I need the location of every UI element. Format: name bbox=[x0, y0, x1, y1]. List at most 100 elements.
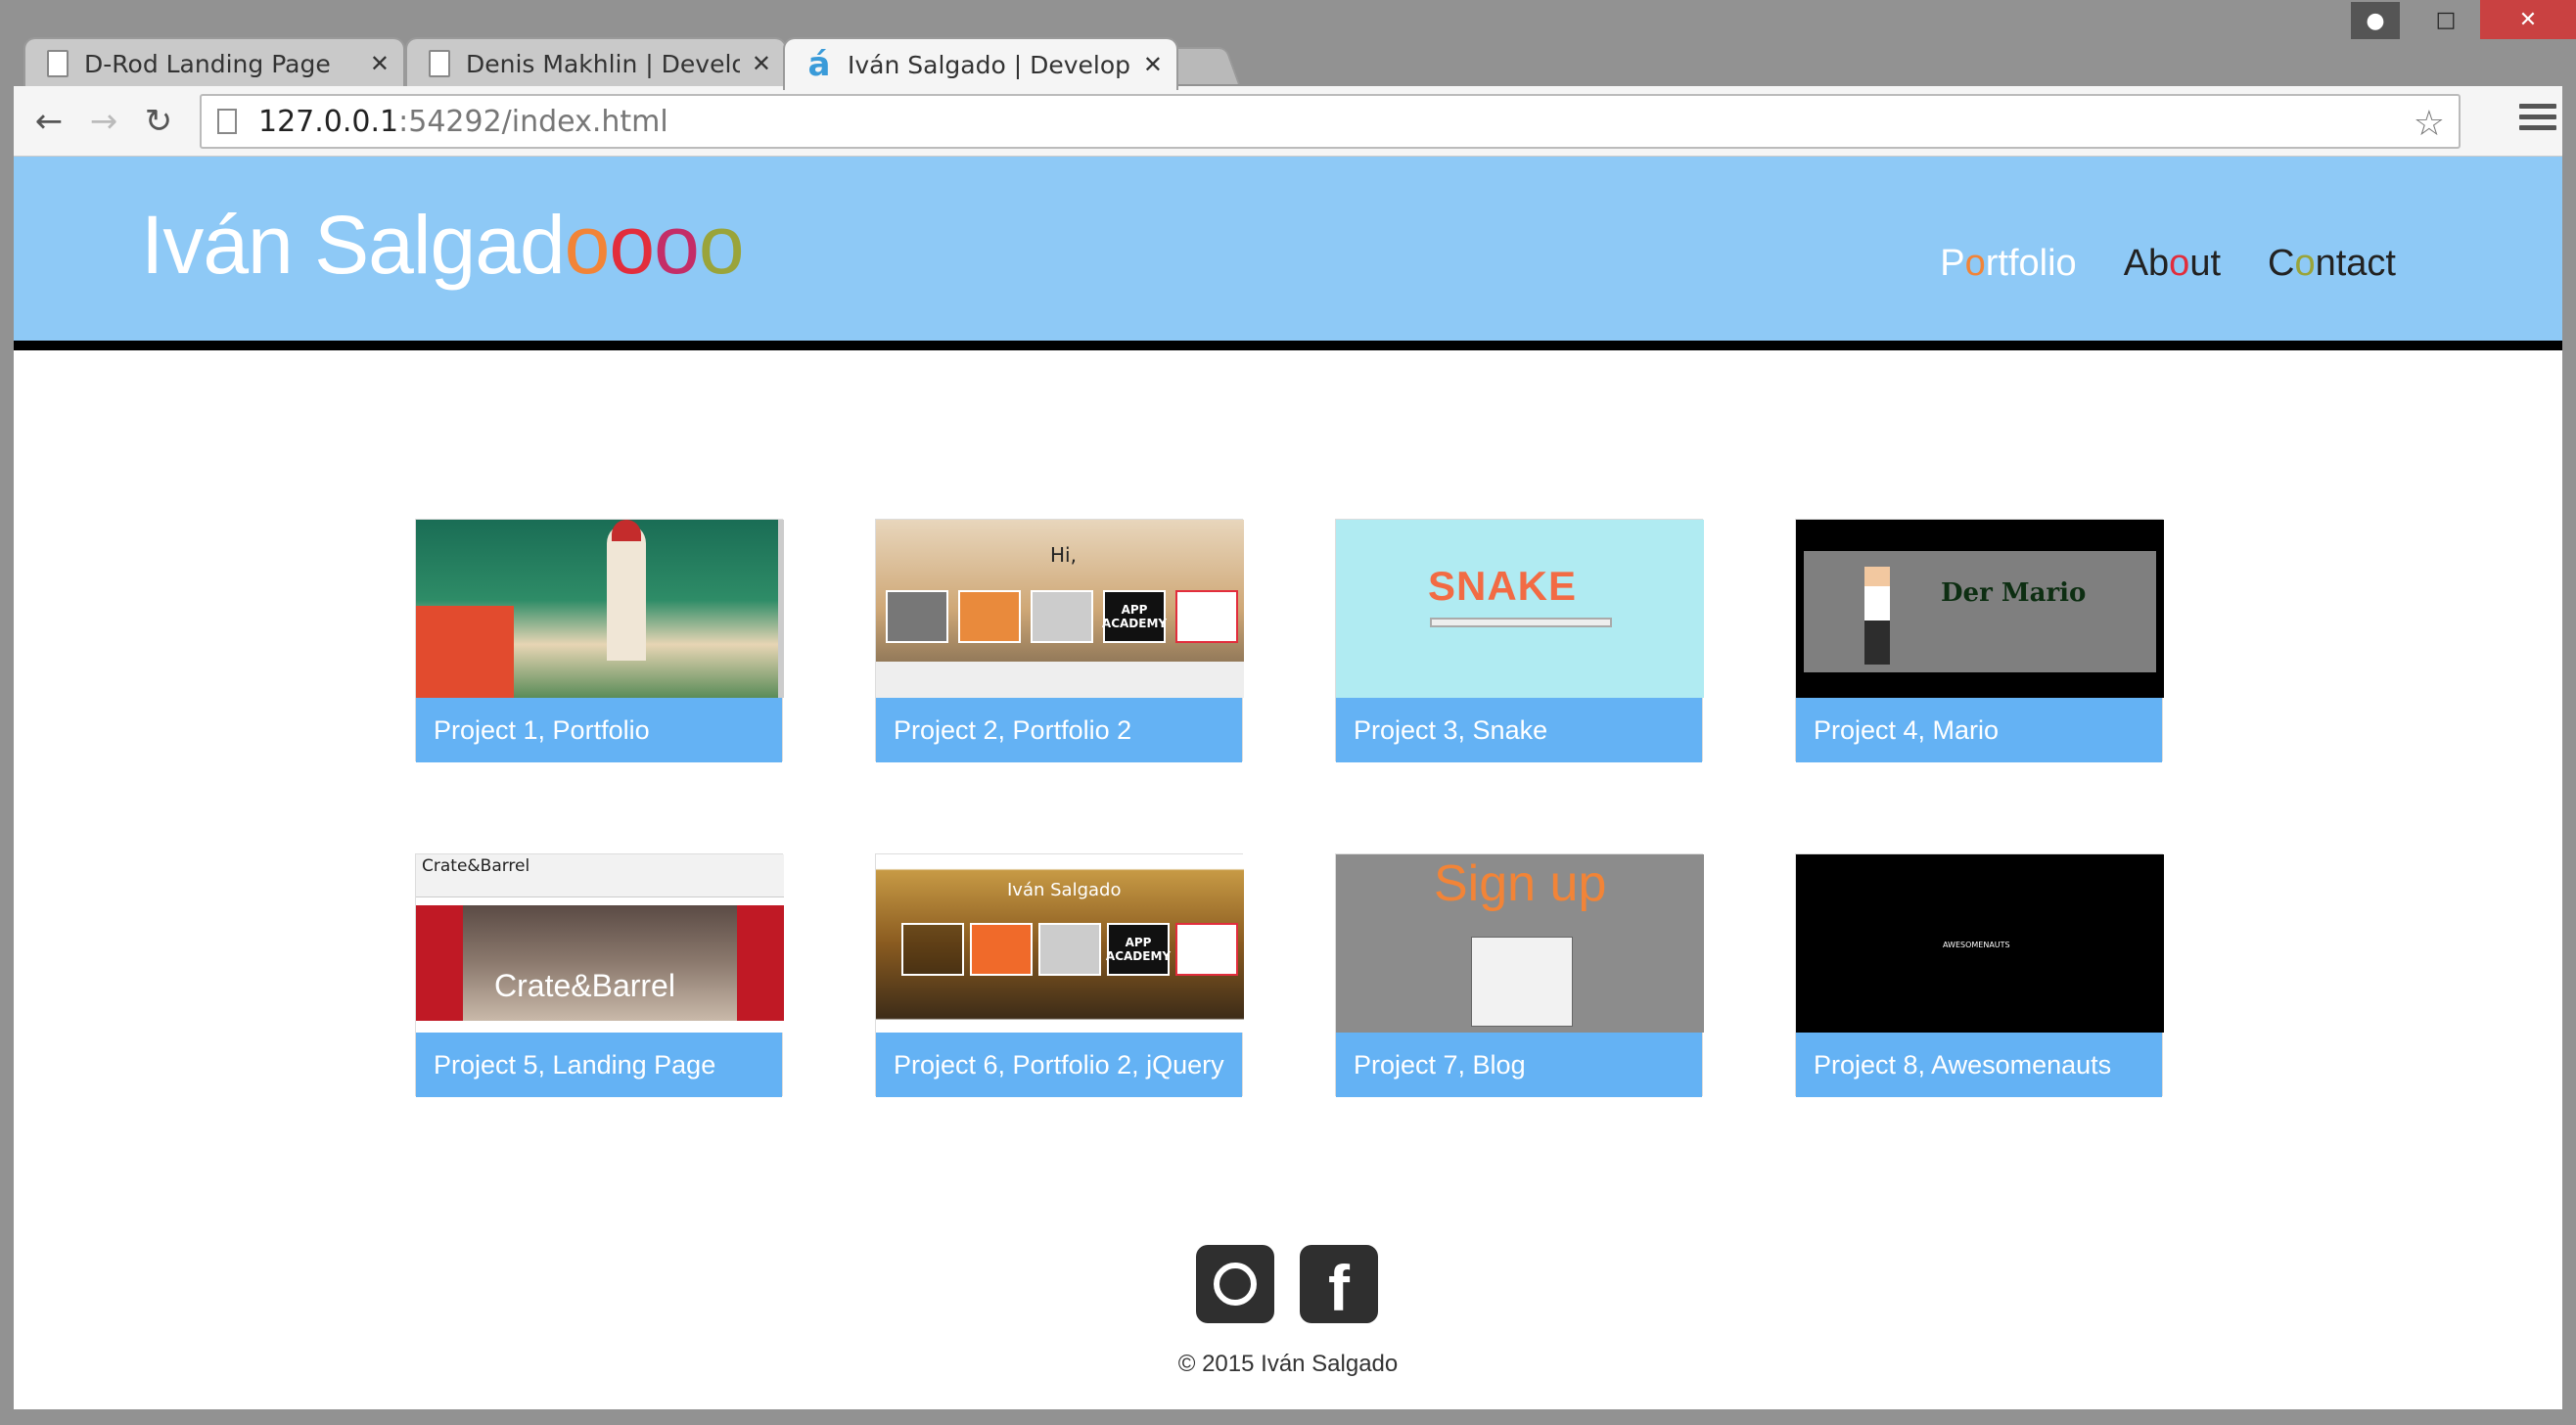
project-caption[interactable]: Project 1, Portfolio bbox=[416, 698, 782, 762]
project-caption[interactable]: Project 6, Portfolio 2, jQuery bbox=[876, 1033, 1242, 1097]
tab-title: Denis Makhlin | Developer bbox=[466, 49, 740, 78]
thumb-shape bbox=[1175, 923, 1238, 976]
project-card-2[interactable]: Hi, APP ACADEMY Project 2, Portfolio 2 bbox=[875, 519, 1244, 762]
thumb-shape bbox=[1864, 567, 1890, 665]
project-thumbnail[interactable] bbox=[416, 520, 784, 698]
thumb-shape bbox=[1038, 923, 1101, 976]
reload-icon[interactable]: ↻ bbox=[137, 100, 180, 143]
project-thumbnail[interactable]: AWESOMENAUTS bbox=[1796, 854, 2164, 1033]
address-bar[interactable]: 127.0.0.1:54292/index.html ☆ bbox=[200, 94, 2461, 149]
page-icon bbox=[47, 50, 69, 77]
close-window-button[interactable]: ✕ bbox=[2480, 0, 2576, 39]
project-caption[interactable]: Project 4, Mario bbox=[1796, 698, 2162, 762]
copyright-text: © 2015 Iván Salgado bbox=[1177, 1351, 1399, 1377]
thumb-shape bbox=[416, 606, 514, 698]
thumb-text: Iván Salgado bbox=[1007, 880, 1122, 900]
nav-portfolio[interactable]: Portfolio bbox=[1940, 243, 2076, 285]
thumb-badge: APP ACADEMY bbox=[1106, 923, 1171, 976]
project-card-7[interactable]: Sign up Project 7, Blog bbox=[1335, 853, 1704, 1097]
tab-denis[interactable]: Denis Makhlin | Developer ✕ bbox=[405, 37, 787, 88]
project-card-1[interactable]: Project 1, Portfolio bbox=[415, 519, 784, 762]
project-thumbnail[interactable]: Sign up bbox=[1336, 854, 1704, 1033]
project-thumbnail[interactable]: Hi, APP ACADEMY bbox=[876, 520, 1244, 698]
page-viewport: Iván Salgadoooo Portfolio About Contact … bbox=[14, 157, 2562, 1409]
nav-accent: o bbox=[2169, 243, 2190, 284]
site-header: Iván Salgadoooo Portfolio About Contact bbox=[14, 157, 2562, 350]
tab-title: Iván Salgado | Developer bbox=[848, 50, 1131, 79]
thumb-badge: APP ACADEMY bbox=[1102, 590, 1167, 643]
thumb-shape bbox=[886, 590, 948, 643]
nav-text: C bbox=[2268, 243, 2295, 284]
thumb-shape bbox=[1031, 590, 1093, 643]
nav-text: rtfolio bbox=[1985, 243, 2077, 284]
thumb-shape bbox=[1430, 618, 1612, 627]
browser-window: ● — □ ✕ D-Rod Landing Page ✕ Denis Makhl… bbox=[0, 0, 2576, 1425]
thumb-shape bbox=[1804, 551, 2156, 672]
project-thumbnail[interactable]: SNAKE bbox=[1336, 520, 1704, 698]
nav-text: ut bbox=[2189, 243, 2222, 284]
project-caption[interactable]: Project 5, Landing Page bbox=[416, 1033, 782, 1097]
page-icon bbox=[429, 50, 450, 77]
project-card-4[interactable]: Der Mario Project 4, Mario bbox=[1795, 519, 2164, 762]
logo-o: o bbox=[609, 199, 655, 291]
close-icon[interactable]: ✕ bbox=[1143, 51, 1163, 78]
close-icon[interactable]: ✕ bbox=[752, 50, 771, 77]
nav-text: ntact bbox=[2315, 243, 2396, 284]
instagram-lens bbox=[1214, 1263, 1257, 1306]
thumb-text: Der Mario bbox=[1941, 578, 2087, 608]
main-nav: Portfolio About Contact bbox=[1940, 243, 2396, 285]
project-card-5[interactable]: Crate&Barrel Crate&Barrel Project 5, Lan… bbox=[415, 853, 784, 1097]
logo-o: o bbox=[654, 199, 700, 291]
thumb-text: AWESOMENAUTS bbox=[1943, 941, 2010, 949]
tab-d-rod[interactable]: D-Rod Landing Page ✕ bbox=[23, 37, 405, 88]
page-icon bbox=[217, 109, 237, 134]
maximize-button[interactable]: □ bbox=[2412, 0, 2480, 39]
bookmark-star-icon[interactable]: ☆ bbox=[2414, 104, 2445, 144]
forward-icon[interactable]: → bbox=[82, 100, 125, 143]
thumb-shape bbox=[778, 520, 784, 698]
close-icon[interactable]: ✕ bbox=[370, 50, 390, 77]
tab-title: D-Rod Landing Page bbox=[84, 49, 331, 78]
menu-icon[interactable] bbox=[2519, 104, 2556, 136]
a-favicon: á bbox=[807, 45, 831, 84]
instagram-icon[interactable] bbox=[1196, 1245, 1274, 1323]
project-card-8[interactable]: AWESOMENAUTS Project 8, Awesomenauts bbox=[1795, 853, 2164, 1097]
thumb-title: Crate&Barrel bbox=[422, 856, 530, 876]
url-text[interactable]: 127.0.0.1:54292/index.html bbox=[258, 105, 668, 139]
logo-text: Iván Salgad bbox=[141, 199, 566, 291]
user-icon[interactable]: ● bbox=[2351, 2, 2400, 39]
window-controls: ● — □ ✕ bbox=[2343, 0, 2576, 39]
back-icon[interactable]: ← bbox=[27, 100, 70, 143]
thumb-text: Crate&Barrel bbox=[494, 968, 675, 1003]
project-thumbnail[interactable]: Crate&Barrel Crate&Barrel bbox=[416, 854, 784, 1033]
nav-contact[interactable]: Contact bbox=[2268, 243, 2396, 285]
project-card-6[interactable]: Iván Salgado APP ACADEMY Project 6, Port… bbox=[875, 853, 1244, 1097]
project-card-3[interactable]: SNAKE Project 3, Snake bbox=[1335, 519, 1704, 762]
nav-accent: o bbox=[1964, 243, 1986, 284]
thumb-shape bbox=[1471, 937, 1573, 1027]
nav-text: Ab bbox=[2123, 243, 2170, 284]
logo-o: o bbox=[564, 199, 611, 291]
logo-o: o bbox=[698, 199, 745, 291]
browser-toolbar: ← → ↻ 127.0.0.1:54292/index.html ☆ bbox=[14, 86, 2562, 157]
project-thumbnail[interactable]: Der Mario bbox=[1796, 520, 2164, 698]
url-path: :54292/index.html bbox=[398, 104, 668, 139]
thumb-text: Hi, bbox=[1050, 543, 1077, 567]
project-thumbnail[interactable]: Iván Salgado APP ACADEMY bbox=[876, 854, 1244, 1033]
social-links: f bbox=[1196, 1245, 1378, 1324]
thumb-shape bbox=[612, 520, 641, 541]
facebook-icon[interactable]: f bbox=[1300, 1245, 1378, 1324]
project-caption[interactable]: Project 3, Snake bbox=[1336, 698, 1702, 762]
thumb-shape bbox=[1175, 590, 1238, 643]
project-caption[interactable]: Project 7, Blog bbox=[1336, 1033, 1702, 1097]
site-logo[interactable]: Iván Salgadoooo bbox=[141, 198, 745, 293]
thumb-shape bbox=[607, 524, 646, 661]
nav-about[interactable]: About bbox=[2124, 243, 2221, 285]
nav-text: P bbox=[1940, 243, 1965, 284]
thumb-shape bbox=[876, 662, 1244, 698]
thumb-shape bbox=[901, 923, 964, 976]
url-host: 127.0.0.1 bbox=[258, 104, 399, 139]
project-caption[interactable]: Project 8, Awesomenauts bbox=[1796, 1033, 2162, 1097]
project-caption[interactable]: Project 2, Portfolio 2 bbox=[876, 698, 1242, 762]
tab-ivan[interactable]: á Iván Salgado | Developer ✕ bbox=[783, 37, 1178, 90]
